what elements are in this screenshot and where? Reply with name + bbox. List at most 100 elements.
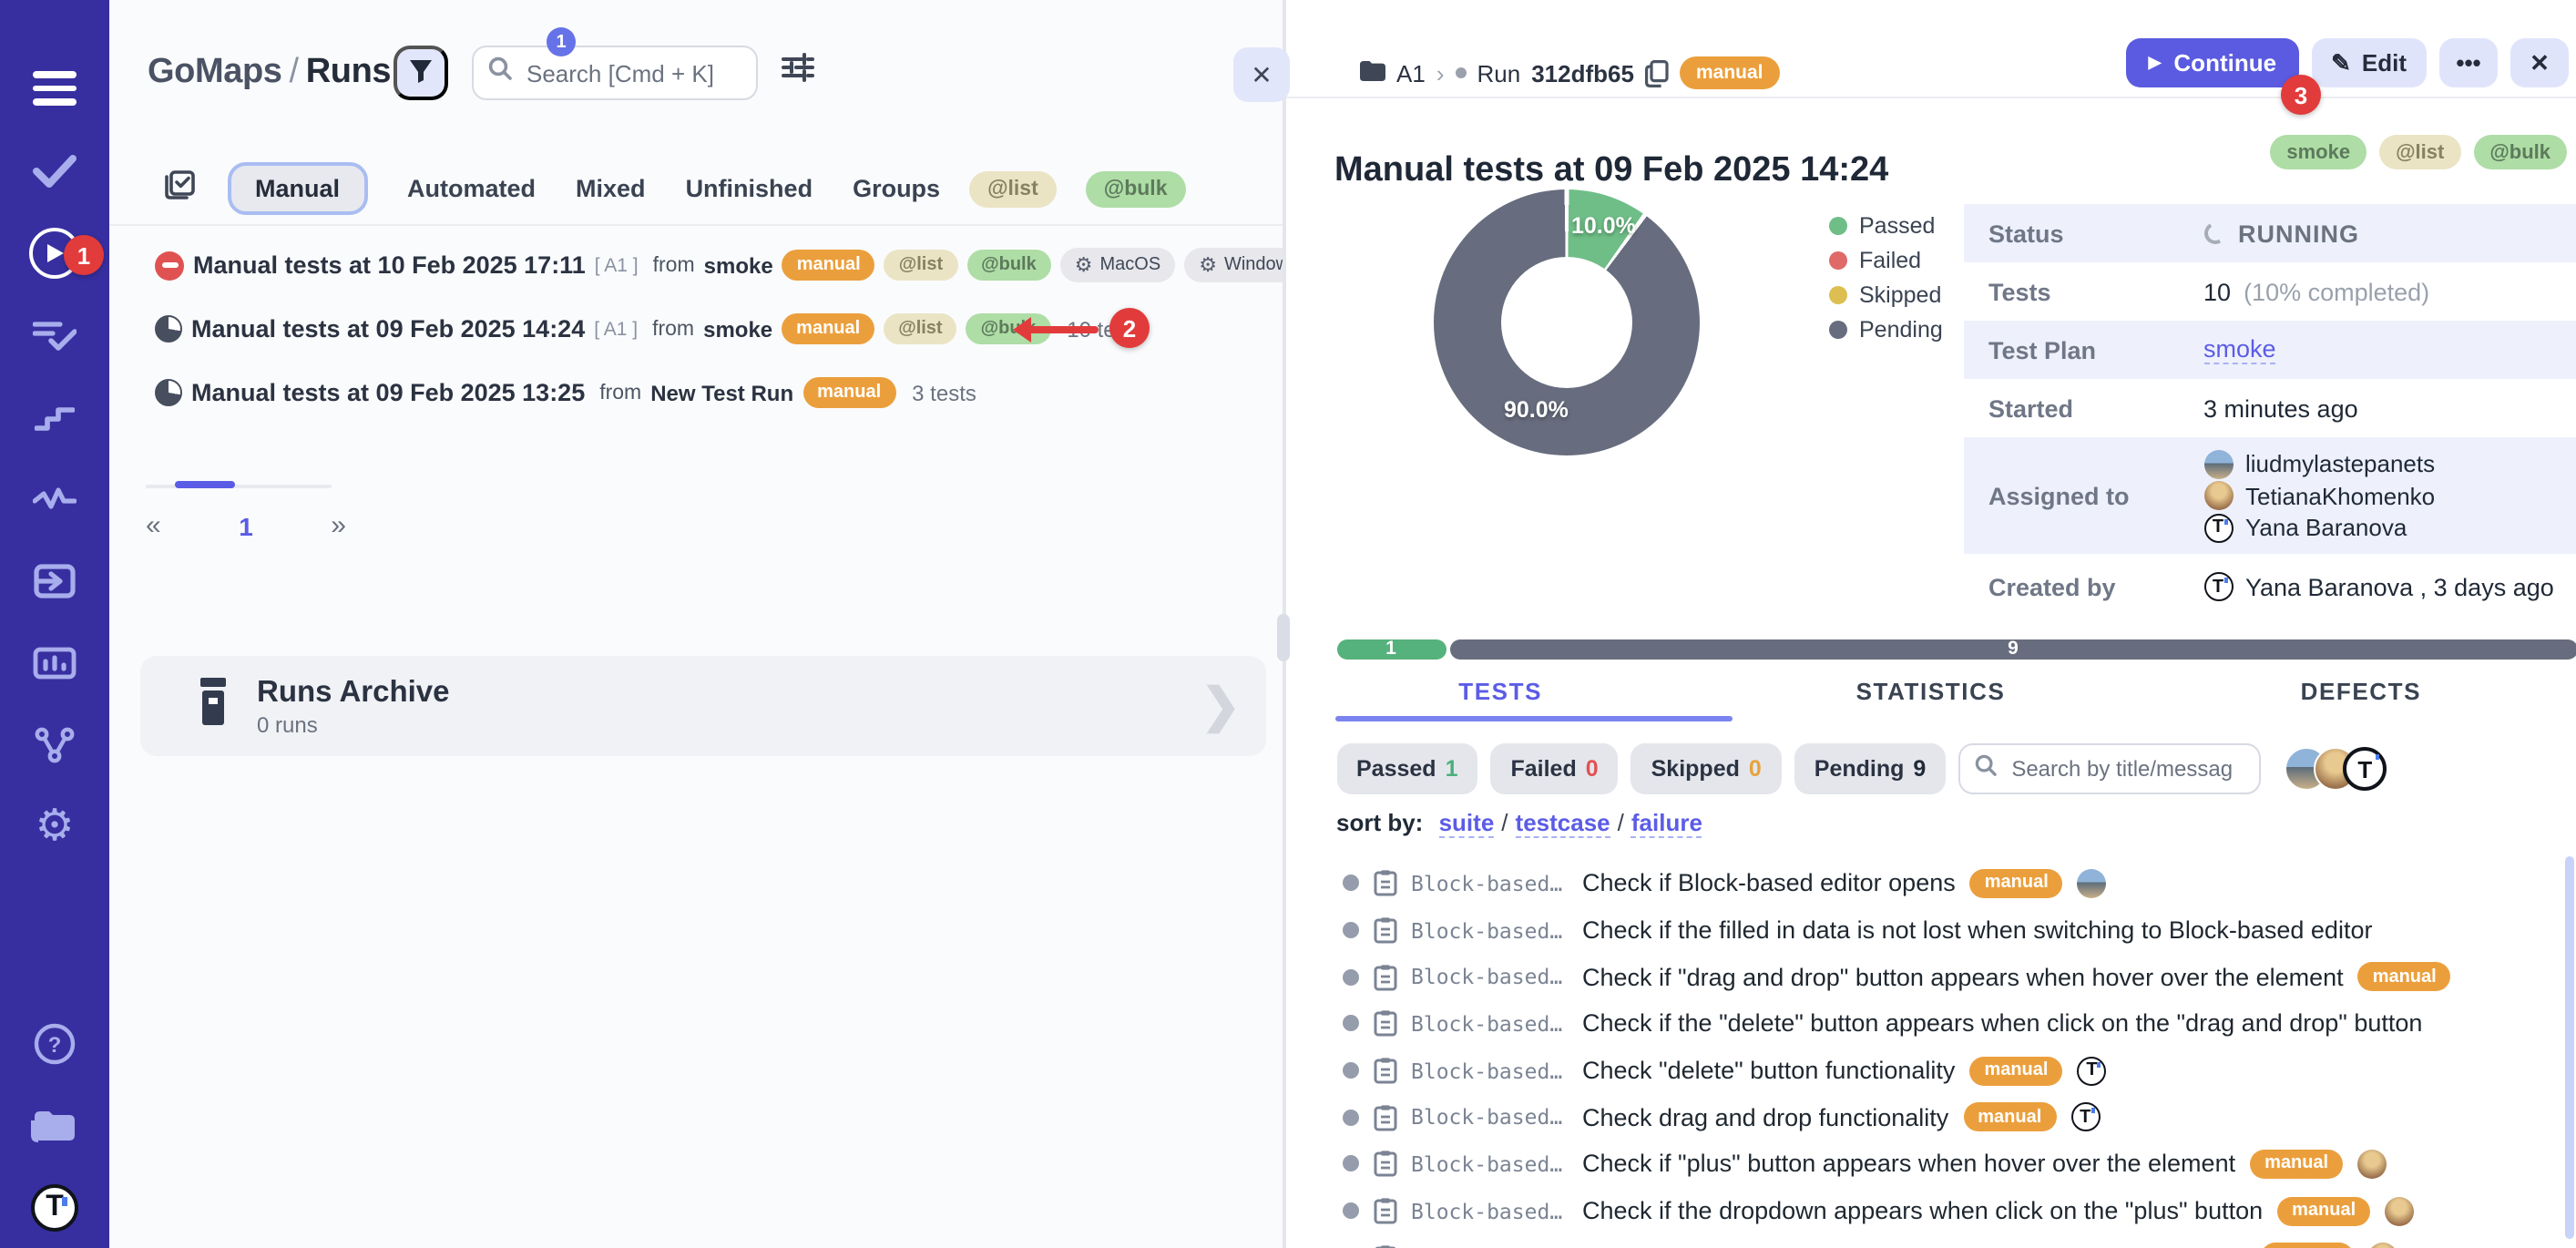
tag-chip-bulk[interactable]: @bulk (1086, 170, 1186, 207)
filter-pending-button[interactable]: Pending9 (1794, 743, 1947, 794)
sidebar-item-traceability[interactable] (0, 703, 109, 785)
annotation-badge-2: 2 (1109, 308, 1150, 348)
manual-badge: manual (2358, 962, 2451, 991)
next-page-button[interactable]: » (331, 510, 346, 541)
detail-row-plan: Test Plan smoke (1963, 321, 2576, 379)
legend-pending[interactable]: Pending (1828, 312, 1943, 346)
test-row[interactable]: Block-based… Check if the dropdown appea… (1285, 1188, 2567, 1234)
run-row-1[interactable]: Manual tests at 10 Feb 2025 17:11 [ A1 ]… (109, 233, 1283, 297)
chart-legend: Passed Failed Skipped Pending (1828, 208, 1943, 346)
adjustments-icon[interactable] (782, 53, 814, 91)
clipboard-icon (1373, 1057, 1396, 1084)
funnel-icon (408, 57, 434, 88)
test-row[interactable]: Block-based… Check drag and drop functio… (1285, 1094, 2567, 1141)
pagination: « 1 » (146, 510, 346, 541)
test-row[interactable]: Block-based… Check if "plus" button appe… (1285, 1141, 2567, 1187)
bulk-badge: @bulk (966, 250, 1051, 281)
sidebar-item-milestones[interactable] (0, 375, 109, 457)
assignee[interactable]: TYana Baranova (2203, 512, 2435, 544)
sort-by-failure[interactable]: failure (1631, 809, 1702, 838)
tab-groups[interactable]: Groups (853, 175, 940, 202)
search-input[interactable] (523, 57, 723, 88)
pending-dot-icon (1342, 968, 1358, 985)
sidebar-item-reports[interactable] (0, 621, 109, 703)
tag-chip-list[interactable]: @list (969, 170, 1057, 207)
tab-statistics[interactable]: STATISTICS (1715, 678, 2145, 705)
tab-tests[interactable]: TESTS (1285, 678, 1715, 705)
run-ref: [ A1 ] (594, 318, 638, 340)
copy-icon[interactable] (1645, 59, 1669, 87)
runs-archive-card[interactable]: Runs Archive 0 runs ❯ (140, 656, 1266, 756)
tag-bulk[interactable]: @bulk (2473, 135, 2567, 169)
tests-search-input[interactable] (2008, 754, 2235, 783)
hamburger-menu-icon[interactable] (33, 47, 77, 129)
manual-badge: manual (1680, 56, 1780, 89)
project-name[interactable]: GoMaps (148, 53, 282, 91)
run-id: 312dfb65 (1531, 59, 1634, 87)
legend-dot (1828, 216, 1846, 234)
sidebar-item-activity[interactable] (0, 457, 109, 539)
close-run-button[interactable]: ✕ (2510, 38, 2569, 87)
panel-resize-handle[interactable] (1277, 614, 1290, 661)
sidebar-item-testcases[interactable] (0, 129, 109, 211)
continue-button[interactable]: ▶Continue (2127, 38, 2299, 87)
chevron-right-icon: ❯ (1201, 678, 1241, 734)
tag-smoke[interactable]: smoke (2270, 135, 2366, 169)
assignee[interactable]: liudmylastepanets (2203, 448, 2435, 480)
avatar (2203, 449, 2233, 478)
assignee-avatar-stack[interactable]: T (2285, 747, 2387, 791)
run-from-label: from (653, 254, 695, 276)
tests-search[interactable] (1958, 743, 2261, 794)
tab-mixed[interactable]: Mixed (576, 175, 646, 202)
filter-failed-button[interactable]: Failed0 (1490, 743, 1618, 794)
test-row[interactable]: Block-based… Check if "drag and drop" bu… (1285, 954, 2567, 1000)
tab-automated[interactable]: Automated (407, 175, 536, 202)
vertical-scrollbar[interactable] (2564, 856, 2573, 1239)
user-avatar[interactable]: T (0, 1166, 109, 1248)
legend-failed[interactable]: Failed (1828, 242, 1943, 277)
detail-row-assigned: Assigned to liudmylastepanets TetianaKho… (1963, 437, 2576, 554)
tab-defects[interactable]: DEFECTS (2146, 678, 2576, 705)
runs-search[interactable] (472, 46, 758, 100)
sidebar-item-test-plans[interactable] (0, 293, 109, 375)
sidebar-item-help[interactable]: ? (0, 1002, 109, 1084)
test-row[interactable]: Block-based… Check "delete" button funct… (1285, 1048, 2567, 1094)
avatar (2078, 869, 2107, 898)
sidebar-item-requirements[interactable] (0, 539, 109, 621)
test-row[interactable]: Block-based… Check if the "delete" butto… (1285, 1000, 2567, 1047)
sidebar-item-settings[interactable]: ⚙ (0, 785, 109, 867)
runs-header: GoMaps/Runs 1 (109, 0, 1283, 146)
legend-skipped[interactable]: Skipped (1828, 277, 1943, 312)
assignee[interactable]: TetianaKhomenko (2203, 480, 2435, 512)
page-number[interactable]: 1 (239, 511, 253, 540)
tab-manual[interactable]: Manual (228, 162, 367, 215)
test-row[interactable]: Block-based… Check if the dropdown appea… (1285, 1234, 2567, 1248)
bar-widget-icon (33, 646, 77, 679)
test-plan-link[interactable]: smoke (2203, 335, 2276, 364)
filter-skipped-button[interactable]: Skipped0 (1631, 743, 1782, 794)
more-button[interactable]: ••• (2439, 38, 2498, 87)
manual-badge: manual (1970, 869, 2063, 898)
edit-button[interactable]: ✎Edit (2311, 38, 2427, 87)
run-details-table: Status RUNNING Tests 10(10% completed) T… (1963, 204, 2576, 619)
test-row[interactable]: Block-based… Check if the filled in data… (1285, 906, 2567, 953)
breadcrumb-suite[interactable]: A1 (1396, 59, 1426, 87)
test-row[interactable]: Block-based… Check if Block-based editor… (1285, 860, 2567, 906)
avatar (2368, 1243, 2397, 1248)
legend-passed[interactable]: Passed (1828, 208, 1943, 242)
sidebar-item-projects[interactable] (0, 1084, 109, 1166)
tag-list[interactable]: @list (2379, 135, 2460, 169)
filter-button[interactable] (394, 46, 448, 100)
clipboard-icon (1373, 1244, 1396, 1248)
tests-completed: (10% completed) (2244, 278, 2429, 305)
filter-passed-button[interactable]: Passed1 (1336, 743, 1477, 794)
bulk-select-icon[interactable] (164, 169, 195, 209)
sort-by-suite[interactable]: suite (1439, 809, 1495, 838)
run-row-2[interactable]: Manual tests at 09 Feb 2025 14:24 [ A1 ]… (109, 297, 1283, 361)
run-row-3[interactable]: Manual tests at 09 Feb 2025 13:25 from N… (109, 361, 1283, 425)
created-value: Yana Baranova , 3 days ago (2245, 573, 2554, 600)
tab-unfinished[interactable]: Unfinished (686, 175, 813, 202)
sort-by-testcase[interactable]: testcase (1516, 809, 1610, 838)
prev-page-button[interactable]: « (146, 510, 161, 541)
collapse-panel-button[interactable]: ✕ (1233, 47, 1290, 102)
